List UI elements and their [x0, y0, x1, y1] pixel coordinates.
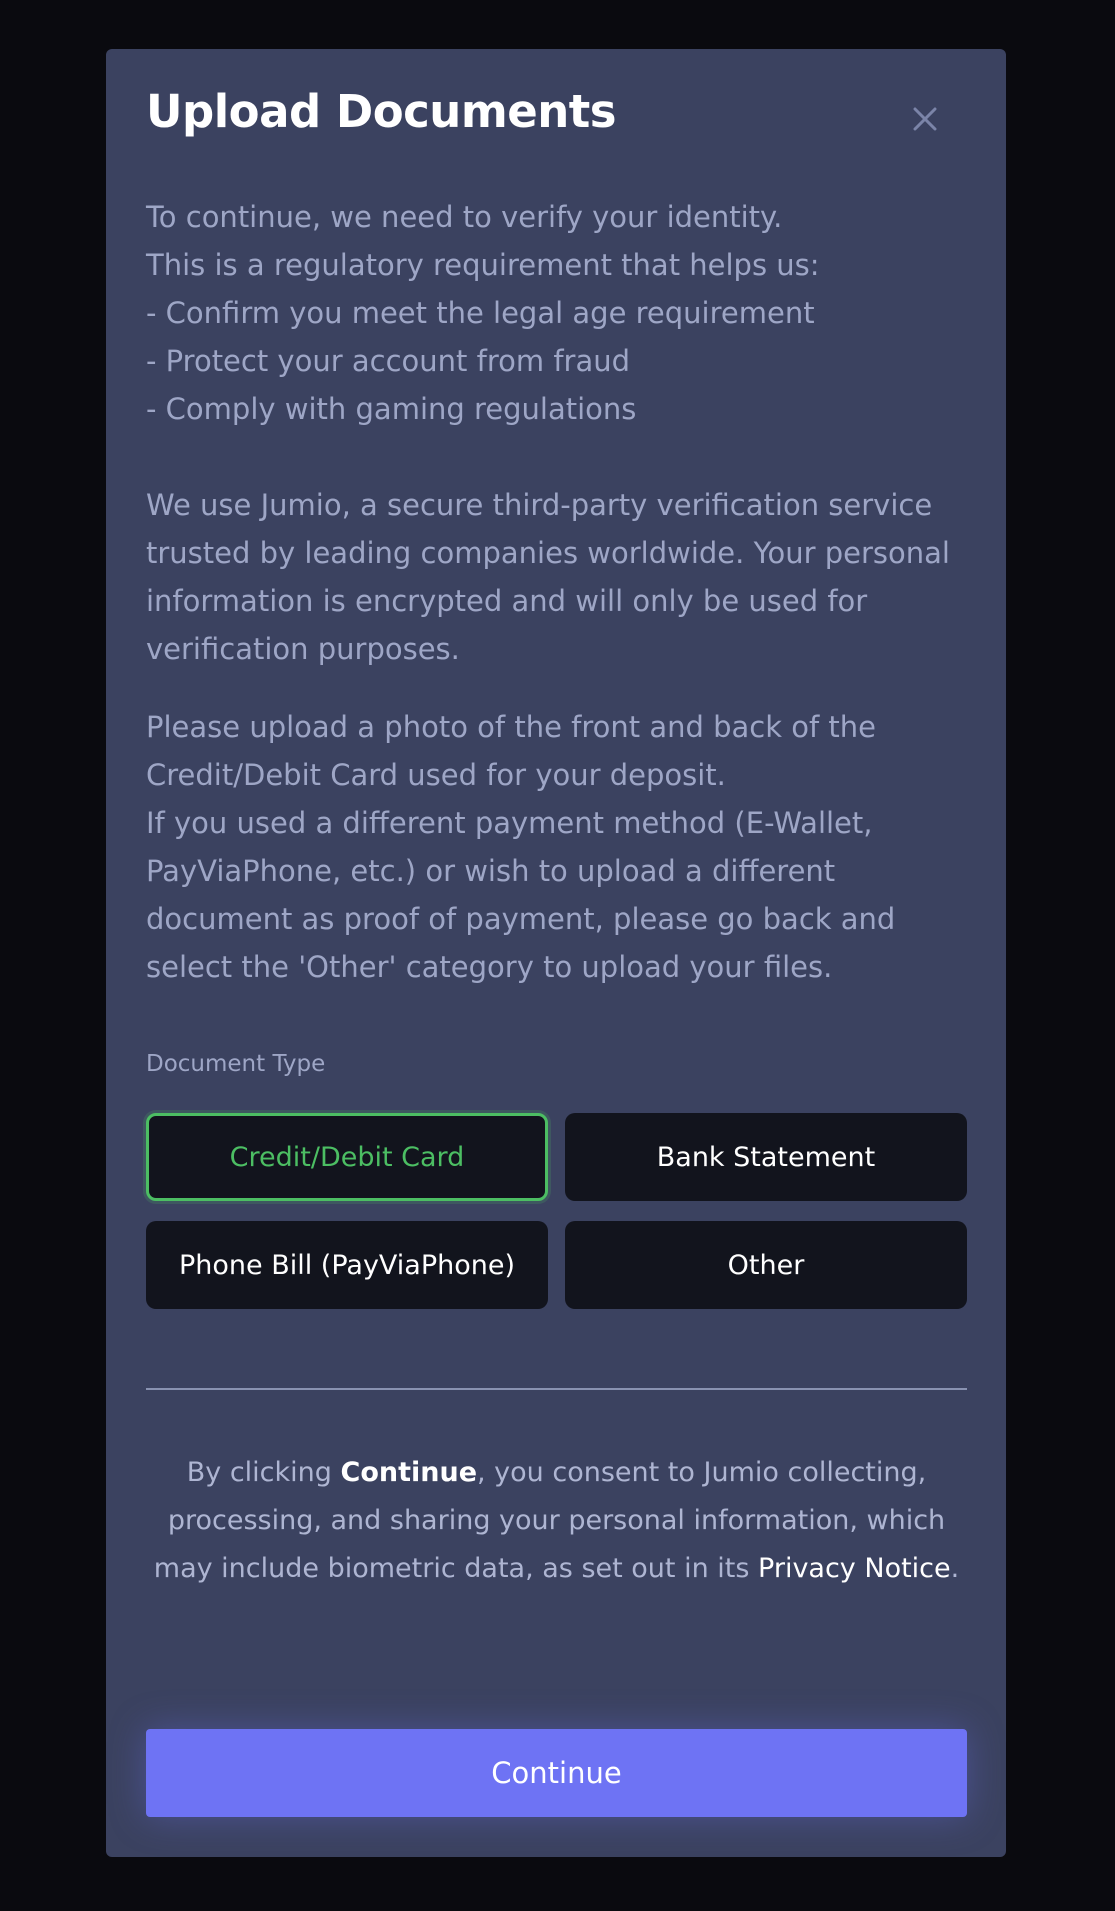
verification-intro-text: To continue, we need to verify your iden…	[146, 200, 820, 426]
consent-continue-emphasis: Continue	[340, 1457, 478, 1488]
jumio-info-text: We use Jumio, a secure third-party verif…	[146, 488, 950, 666]
upload-documents-modal: Upload Documents To continue, we need to…	[106, 49, 1006, 1857]
option-bank-statement[interactable]: Bank Statement	[565, 1113, 967, 1201]
divider	[146, 1388, 967, 1390]
option-phone-bill[interactable]: Phone Bill (PayViaPhone)	[146, 1221, 548, 1309]
document-type-label: Document Type	[146, 1051, 326, 1077]
continue-button[interactable]: Continue	[146, 1729, 967, 1817]
consent-suffix: .	[950, 1553, 960, 1584]
modal-title: Upload Documents	[146, 85, 617, 138]
option-credit-debit-card[interactable]: Credit/Debit Card	[146, 1113, 548, 1201]
privacy-notice-link[interactable]: Privacy Notice	[758, 1553, 951, 1584]
close-button[interactable]	[903, 97, 947, 141]
consent-text: By clicking Continue, you consent to Jum…	[146, 1449, 967, 1593]
consent-prefix: By clicking	[186, 1457, 341, 1488]
upload-instructions-text: Please upload a photo of the front and b…	[146, 710, 896, 984]
option-other[interactable]: Other	[565, 1221, 967, 1309]
close-icon	[913, 107, 937, 131]
